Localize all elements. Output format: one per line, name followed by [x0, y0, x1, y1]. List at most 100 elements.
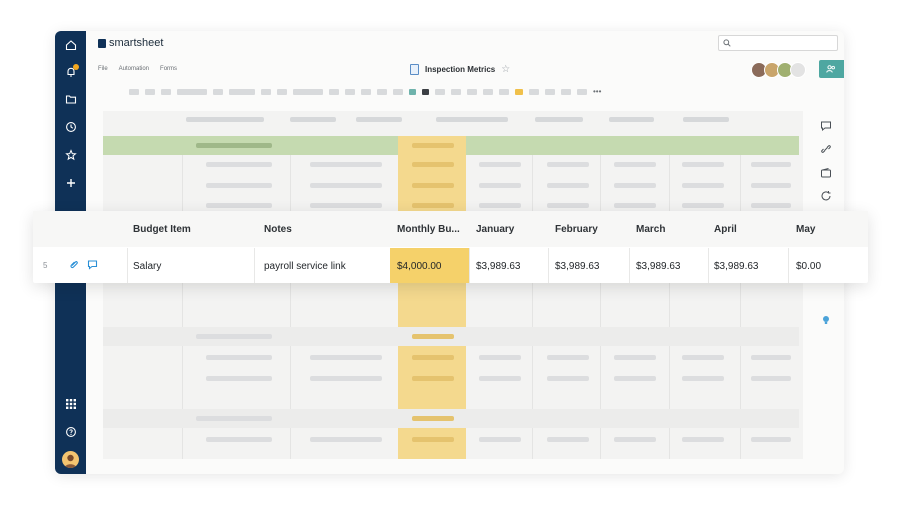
grid-apps-icon[interactable] — [61, 394, 81, 414]
toolbar-button[interactable] — [393, 89, 403, 95]
cell-placeholder — [614, 183, 656, 188]
toolbar-button[interactable] — [435, 89, 445, 95]
home-icon[interactable] — [61, 35, 81, 55]
cell-placeholder — [412, 416, 454, 421]
cell-placeholder — [682, 203, 724, 208]
toolbar-button[interactable] — [577, 89, 587, 95]
cell-march[interactable]: $3,989.63 — [636, 261, 681, 272]
search-input[interactable] — [718, 35, 838, 51]
comment-icon[interactable] — [819, 119, 833, 133]
column-header[interactable] — [609, 117, 654, 122]
menu-forms[interactable]: Forms — [160, 66, 177, 72]
column-header-april[interactable]: April — [714, 224, 784, 235]
collaborator-avatars[interactable] — [751, 62, 806, 78]
favorite-star-icon[interactable]: ☆ — [501, 64, 510, 75]
cell-placeholder — [206, 376, 272, 381]
focused-row-card: Budget Item Notes Monthly Bu... January … — [33, 211, 868, 283]
formatting-toolbar: ••• — [129, 88, 601, 96]
cell-placeholder — [479, 376, 521, 381]
cell-placeholder — [206, 183, 272, 188]
cell-placeholder — [310, 376, 382, 381]
comment-icon[interactable] — [87, 259, 98, 270]
help-icon[interactable] — [61, 422, 81, 442]
toolbar-button[interactable] — [229, 89, 255, 95]
column-header-monthly-budget[interactable]: Monthly Bu... — [397, 224, 467, 235]
toolbar-button[interactable] — [213, 89, 223, 95]
toolbar-button[interactable] — [377, 89, 387, 95]
cell-placeholder — [412, 437, 454, 442]
menu-file[interactable]: File — [98, 66, 108, 72]
column-header-march[interactable]: March — [636, 224, 706, 235]
cell-placeholder — [547, 183, 589, 188]
cell-monthly-budget[interactable]: $4,000.00 — [397, 261, 442, 272]
column-header[interactable] — [356, 117, 402, 122]
toolbar-button[interactable] — [129, 89, 139, 95]
toolbar-button[interactable] — [529, 89, 539, 95]
cell-april[interactable]: $3,989.63 — [714, 261, 759, 272]
link-icon[interactable] — [819, 142, 833, 156]
text-color-button[interactable] — [409, 89, 416, 95]
wallet-icon[interactable] — [819, 166, 833, 180]
cell-placeholder — [682, 355, 724, 360]
column-header-notes[interactable]: Notes — [264, 224, 374, 235]
clock-icon[interactable] — [61, 117, 81, 137]
toolbar-button[interactable] — [483, 89, 493, 95]
cell-placeholder — [547, 162, 589, 167]
toolbar-button[interactable] — [361, 89, 371, 95]
menu-automation[interactable]: Automation — [119, 66, 149, 72]
bell-icon[interactable] — [61, 62, 81, 82]
cell-placeholder — [751, 376, 791, 381]
toolbar-button[interactable] — [293, 89, 323, 95]
star-icon[interactable] — [61, 145, 81, 165]
column-header[interactable] — [535, 117, 583, 122]
toolbar-button[interactable] — [545, 89, 555, 95]
cell-placeholder — [751, 183, 791, 188]
cell-placeholder — [479, 183, 521, 188]
toolbar-button[interactable] — [561, 89, 571, 95]
cell-may[interactable]: $0.00 — [796, 261, 821, 272]
sheet-name[interactable]: Inspection Metrics — [425, 65, 495, 74]
cell-placeholder — [412, 334, 454, 339]
toolbar-button[interactable] — [261, 89, 271, 95]
cell-placeholder — [206, 437, 272, 442]
plus-icon[interactable] — [61, 173, 81, 193]
refresh-icon[interactable] — [819, 189, 833, 203]
toolbar-button[interactable] — [277, 89, 287, 95]
toolbar-button[interactable] — [499, 89, 509, 95]
column-header-february[interactable]: February — [555, 224, 625, 235]
lightbulb-icon[interactable] — [819, 313, 833, 327]
cell-notes[interactable]: payroll service link — [264, 261, 346, 272]
cell-placeholder — [547, 376, 589, 381]
cell-placeholder — [751, 162, 791, 167]
cell-january[interactable]: $3,989.63 — [476, 261, 521, 272]
brand-logo[interactable]: smartsheet — [98, 37, 163, 49]
avatar[interactable] — [62, 451, 79, 468]
toolbar-button[interactable] — [329, 89, 339, 95]
cell-budget-item[interactable]: Salary — [133, 261, 161, 272]
column-header-may[interactable]: May — [796, 224, 856, 235]
sheet-grid[interactable] — [103, 111, 803, 459]
menu-bar: File Automation Forms — [98, 66, 177, 72]
column-header[interactable] — [683, 117, 729, 122]
attachment-icon[interactable] — [69, 259, 80, 270]
highlight-button[interactable] — [515, 89, 523, 95]
column-header[interactable] — [436, 117, 508, 122]
cell-placeholder — [614, 376, 656, 381]
table-row[interactable]: 5 Salary payroll service link $4,000.00 … — [33, 248, 868, 283]
toolbar-button[interactable] — [467, 89, 477, 95]
folder-icon[interactable] — [61, 89, 81, 109]
cell-february[interactable]: $3,989.63 — [555, 261, 600, 272]
share-button[interactable] — [819, 60, 844, 78]
column-header-january[interactable]: January — [476, 224, 546, 235]
column-header[interactable] — [186, 117, 264, 122]
column-header-budget-item[interactable]: Budget Item — [133, 224, 243, 235]
toolbar-button[interactable] — [345, 89, 355, 95]
fill-color-button[interactable] — [422, 89, 429, 95]
toolbar-button[interactable] — [451, 89, 461, 95]
cell-placeholder — [412, 376, 454, 381]
toolbar-button[interactable] — [161, 89, 171, 95]
more-options-icon[interactable]: ••• — [593, 88, 601, 96]
column-header[interactable] — [290, 117, 336, 122]
toolbar-button[interactable] — [145, 89, 155, 95]
toolbar-button[interactable] — [177, 89, 207, 95]
